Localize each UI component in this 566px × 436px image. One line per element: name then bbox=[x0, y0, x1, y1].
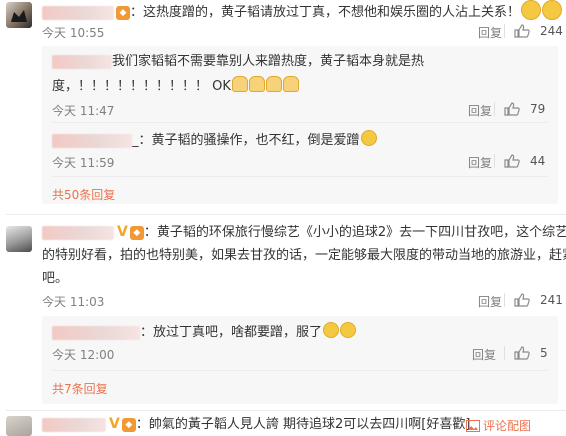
like-count: 79 bbox=[530, 102, 546, 116]
emoji-icon bbox=[323, 322, 340, 338]
username[interactable] bbox=[42, 225, 114, 240]
comment-item: V ◆ ：黄子韬的环保旅行慢综艺《小小的追球2》去一下四川甘孜吧，这个综艺真 的特别… bbox=[0, 222, 566, 404]
medal-icon: ◆ bbox=[129, 225, 144, 240]
reply-button[interactable]: 回复 bbox=[472, 346, 496, 363]
comment-time: 今天 11:03 bbox=[42, 295, 105, 309]
emoji-icon bbox=[360, 130, 377, 146]
like-button[interactable]: 79 bbox=[494, 102, 546, 116]
comment-text-line3: 吧。 bbox=[42, 271, 69, 286]
like-button[interactable]: 244 bbox=[504, 24, 563, 38]
reply-button[interactable]: 回复 bbox=[478, 24, 502, 41]
comment-text-line2: 的特别好看，拍的也特别美，如果去甘孜的话，一定能够最大限度的带动当地的旅游业，赶… bbox=[42, 248, 566, 263]
vip-badge-icon: V bbox=[109, 416, 120, 432]
like-button[interactable]: 5 bbox=[504, 346, 548, 360]
emoji-icon bbox=[542, 0, 563, 20]
divider bbox=[504, 24, 505, 38]
reply-divider bbox=[52, 122, 548, 123]
emoji-icon bbox=[340, 322, 357, 338]
comment-item: V ◆ ：帥氣的黃子韜人見人誇 期待追球2可以去四川啊[好喜歡] 评论配图 bbox=[0, 414, 566, 436]
reply-text: ：放过丁真吧，啥都要蹭，服了 bbox=[52, 322, 357, 343]
thumbs-up-icon bbox=[504, 102, 520, 116]
comment-text: V ◆ ：帥氣的黃子韜人見人誇 期待追球2可以去四川啊[好喜歡] bbox=[42, 414, 470, 435]
reply-button[interactable]: 回复 bbox=[468, 154, 492, 171]
comment-divider bbox=[6, 410, 566, 411]
medal-icon: ◆ bbox=[121, 417, 136, 432]
username[interactable] bbox=[42, 5, 114, 20]
comment-time: 今天 10:55 bbox=[42, 26, 105, 40]
divider bbox=[494, 102, 495, 116]
reply-item: ：放过丁真吧，啥都要蹭，服了 今天 12:00 回复 5 bbox=[52, 322, 552, 364]
thumbs-up-icon bbox=[504, 154, 520, 168]
reply-divider bbox=[52, 176, 548, 177]
reply-item: _：黄子韬的骚操作，也不红，倒是爱蹭 今天 11:59 回复 44 bbox=[52, 130, 552, 170]
reply-time: 今天 11:47 bbox=[52, 104, 115, 118]
view-comment-image-button[interactable]: 评论配图 bbox=[466, 417, 531, 434]
avatar[interactable] bbox=[6, 416, 32, 436]
emoji-icon bbox=[521, 0, 542, 20]
avatar[interactable] bbox=[6, 226, 32, 252]
comment-image-label: 评论配图 bbox=[483, 419, 532, 433]
image-icon bbox=[466, 419, 480, 432]
like-button[interactable]: 241 bbox=[504, 293, 563, 307]
reply-button[interactable]: 回复 bbox=[478, 293, 502, 310]
username[interactable] bbox=[42, 417, 106, 432]
more-replies-link[interactable]: 共7条回复 bbox=[52, 380, 108, 397]
divider bbox=[504, 346, 505, 360]
username[interactable] bbox=[52, 133, 132, 148]
ok-hand-emoji-icon bbox=[248, 76, 265, 92]
medal-icon: ◆ bbox=[116, 5, 130, 20]
like-count: 5 bbox=[540, 346, 548, 360]
reply-text-line2: 度，！！！！！！！！！！ OK bbox=[52, 76, 299, 97]
reply-item: 我们家韬韬不需要靠别人来蹭热度，黄子韬本身就是热 度，！！！！！！！！！！ OK… bbox=[52, 52, 552, 118]
reply-time: 今天 12:00 bbox=[52, 348, 115, 362]
ok-hand-emoji-icon bbox=[265, 76, 282, 92]
thumbs-up-icon bbox=[514, 24, 530, 38]
reply-list: 我们家韬韬不需要靠别人来蹭热度，黄子韬本身就是热 度，！！！！！！！！！！ OK… bbox=[42, 46, 558, 204]
divider bbox=[494, 154, 495, 168]
reply-text: 我们家韬韬不需要靠别人来蹭热度，黄子韬本身就是热 bbox=[52, 52, 424, 72]
vip-badge-icon: V bbox=[117, 224, 128, 240]
comment-text: ◆ ：这热度蹭的，黄子韬请放过丁真，不想他和娱乐圈的人沾上关系！ bbox=[42, 0, 563, 23]
reply-list: ：放过丁真吧，啥都要蹭，服了 今天 12:00 回复 5 共7条回复 bbox=[42, 316, 558, 404]
reply-button[interactable]: 回复 bbox=[468, 102, 492, 119]
thumbs-up-icon bbox=[514, 293, 530, 307]
comment-divider bbox=[6, 214, 566, 215]
divider bbox=[504, 293, 505, 307]
like-count: 241 bbox=[540, 293, 563, 307]
avatar[interactable] bbox=[6, 2, 32, 28]
like-count: 44 bbox=[530, 154, 546, 168]
reply-time: 今天 11:59 bbox=[52, 156, 115, 170]
like-count: 244 bbox=[540, 24, 563, 38]
comment-item: ◆ ：这热度蹭的，黄子韬请放过丁真，不想他和娱乐圈的人沾上关系！ 今天 10:55… bbox=[0, 0, 566, 204]
comment-text: V ◆ ：黄子韬的环保旅行慢综艺《小小的追球2》去一下四川甘孜吧，这个综艺真 bbox=[42, 222, 566, 243]
more-replies-link[interactable]: 共50条回复 bbox=[52, 186, 115, 203]
username[interactable] bbox=[52, 325, 140, 340]
like-button[interactable]: 44 bbox=[494, 154, 546, 168]
ok-hand-emoji-icon bbox=[282, 76, 299, 92]
reply-text: _：黄子韬的骚操作，也不红，倒是爱蹭 bbox=[52, 130, 377, 151]
username[interactable] bbox=[52, 54, 112, 69]
reply-divider bbox=[52, 370, 548, 371]
thumbs-up-icon bbox=[514, 346, 530, 360]
ok-hand-emoji-icon bbox=[231, 76, 248, 92]
